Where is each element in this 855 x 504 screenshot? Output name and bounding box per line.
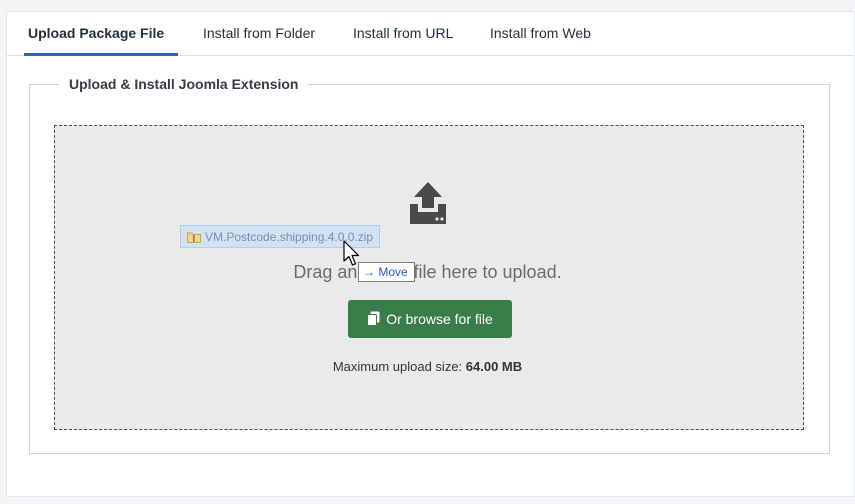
arrow-right-icon: → <box>363 265 375 279</box>
max-upload-size: Maximum upload size: 64.00 MB <box>0 359 855 374</box>
tab-install-from-web[interactable]: Install from Web <box>490 12 591 55</box>
fieldset-legend: Upload & Install Joomla Extension <box>59 75 309 93</box>
max-size-label: Maximum upload size: <box>332 359 463 374</box>
max-size-value: 64.00 MB <box>465 359 523 374</box>
browse-button-label: Or browse for file <box>386 311 493 327</box>
tab-install-from-url[interactable]: Install from URL <box>353 12 453 55</box>
browse-file-button[interactable]: Or browse for file <box>348 300 512 338</box>
tab-upload-package-file[interactable]: Upload Package File <box>24 12 178 56</box>
drop-instructions: Drag and drop file here to upload. <box>293 262 562 282</box>
zip-folder-icon <box>187 232 201 243</box>
copy-icon <box>367 311 380 327</box>
upload-icon <box>410 182 446 224</box>
tab-bar: Upload Package File Install from Folder … <box>7 12 854 56</box>
tab-install-from-folder[interactable]: Install from Folder <box>203 12 315 55</box>
move-tooltip: → Move <box>358 262 415 282</box>
move-tooltip-label: Move <box>378 265 408 279</box>
